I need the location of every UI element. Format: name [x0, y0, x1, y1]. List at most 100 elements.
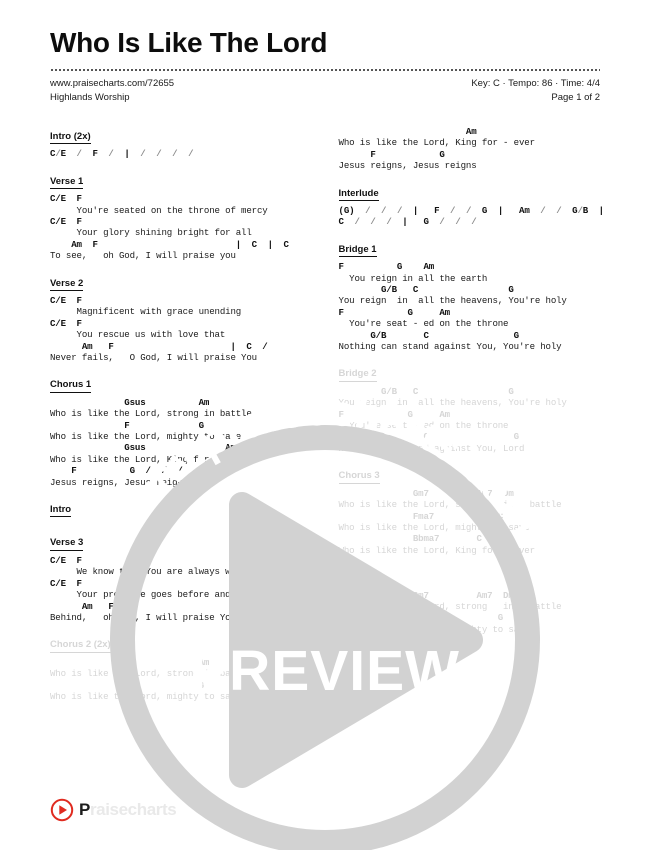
lyric-line: Who is like the Lord, King for - ever [338, 544, 536, 556]
chord-line: F G Am [338, 408, 451, 420]
chord-line: F G Am [338, 306, 451, 318]
section-label: Verse 3 [50, 537, 84, 551]
chord-line: G/B C G [338, 431, 519, 443]
chart-body: Intro (2x) C/E / F / | / / / / Verse 1 C/E … [50, 126, 604, 790]
lyric-line: Behind, oh God, I will praise You [50, 611, 236, 623]
right-column: Am Who is like the Lord, King for - ever … [338, 126, 605, 790]
chord-line: C/E F [50, 317, 82, 329]
chord-line: C/E F [50, 554, 82, 566]
chord-line: F G [338, 612, 504, 624]
chart-section: Chorus 4 Gm7 Am7 Dm Who is like the Lord,… [338, 567, 604, 635]
chord-line: Am [338, 126, 477, 137]
lyric-line: Jesus reigns, Jesus reigns [50, 476, 188, 488]
chart-section: Verse 2 C/E F Magnificent with grace unen… [50, 273, 313, 364]
chart-section: Verse 1 C/E F You're seated on the throne… [50, 171, 313, 262]
chord-line: C/E F [50, 193, 82, 205]
chart-meta-left: www.praisecharts.com/72655 Highlands Wor… [50, 77, 174, 105]
measure-line: C/E / F / | / / / / [50, 148, 194, 160]
chart-section: Chorus 3 Gm7 Am7 Dm Who is like the Lord,… [338, 465, 604, 556]
chart-section: Chorus 1 Gsus Am Who is like the Lord, st… [50, 374, 313, 488]
chord-line: F G [50, 419, 204, 431]
chord-line: F G [338, 148, 445, 160]
lyric-line: Nothing can stand against You, You're ho… [338, 341, 562, 353]
lyric-line: Who is like the Lord, mighty to save [338, 623, 530, 635]
lyric-line: Who is like the Lord, strong in battle [338, 499, 562, 511]
lyric-line: Jesus reigns, Jesus reigns [338, 160, 477, 172]
lyric-line: We know that You are always with us [50, 566, 263, 578]
chart-section: Verse 3 C/E F We know that You are always… [50, 532, 313, 623]
footer-logo-prefix: P [79, 800, 90, 819]
chart-section: Am Who is like the Lord, King for - ever … [339, 126, 604, 172]
lyric-line: You reign in all the earth [338, 272, 488, 284]
page-number: Page 1 of 2 [551, 91, 600, 103]
measure-line: (G) / / / | F / / G | Am / / G/B | [338, 205, 605, 217]
chart-section: Chorus 2 (2x) G Am Who is like the Lord, … [50, 634, 313, 702]
lyric-line: You reign in all the heavens, You're hol… [338, 397, 567, 409]
page-title: Who Is Like The Lord [50, 27, 328, 58]
lyric-line: Who is like the Lord, strong in battle [338, 600, 562, 612]
lyric-line: You reign in all the heavens, You're hol… [338, 295, 567, 307]
section-label: Chorus 2 (2x) [50, 639, 111, 653]
section-label: Intro (2x) [50, 131, 91, 145]
lyric-line: You're seat - ed on the throne [338, 318, 509, 330]
chord-line: F G Am [338, 261, 435, 273]
chord-line: Bbma7 C Dm [338, 533, 514, 545]
chart-section: Bridge 2 G/B C G You reign in all the hea… [338, 363, 604, 454]
measure-line: C / / / | G / / / [338, 216, 477, 228]
chord-chart-page: Who Is Like The Lord www.praisecharts.co… [0, 0, 650, 850]
chord-line: C/E F [50, 577, 82, 589]
chord-line: Am F | C / [50, 340, 268, 352]
lyric-line: To see, oh God, I will praise you [50, 250, 236, 262]
chord-line: Am F [50, 600, 114, 612]
source-url[interactable]: www.praisecharts.com/72655 [50, 77, 174, 91]
lyric-line: Who is like the Lord, mighty to save [338, 521, 530, 533]
lyric-line: Magnificent with grace unending [50, 306, 242, 318]
lyric-line: Never fails, O God, I will praise You [50, 352, 257, 364]
chart-meta: www.praisecharts.com/72655 Highlands Wor… [50, 77, 600, 105]
section-label: Chorus 3 [338, 470, 380, 484]
chart-section: Bridge 1 F G Am You reign in all the eart… [338, 239, 604, 353]
header-divider [50, 68, 600, 71]
lyric-line: Your glory shining bright for all [50, 227, 252, 239]
lyric-line: Who is like the Lord, strong in battle [50, 668, 252, 680]
chord-line: C/E F [50, 295, 82, 307]
chord-line: Fma7 C [338, 510, 504, 522]
play-button-icon[interactable] [50, 798, 74, 822]
lyric-line: Who is like the Lord, King for - ever [338, 137, 536, 149]
chord-line: G Am [50, 656, 210, 668]
lyric-line: You're seated on the throne of mercy [50, 204, 268, 216]
chord-line: G/B C G [338, 329, 519, 341]
chord-line: Gm7 Am7 Dm [338, 487, 514, 499]
artist-name: Highlands Worship [50, 91, 130, 103]
lyric-line: Nothing can stand against You, Lord [338, 442, 525, 454]
chord-line: G/B C G [338, 385, 514, 397]
section-label: Chorus 1 [50, 379, 92, 393]
section-label: Verse 1 [50, 176, 84, 190]
lyric-line: Who is like the Lord, King for - ever [50, 453, 247, 465]
lyric-line: Your presence goes before and [50, 589, 231, 601]
section-label: Bridge 2 [338, 368, 377, 382]
left-column: Intro (2x) C/E / F / | / / / / Verse 1 C/E … [50, 126, 313, 790]
chord-line: C/E F [50, 216, 82, 227]
chart-section: Interlude (G) / / / | F / / G | Am / / G/… [338, 183, 605, 228]
section-label: Intro [50, 504, 72, 518]
chord-line: Gm7 Am7 Dm [338, 589, 514, 601]
footer-logo-text: Praisecharts [79, 800, 177, 820]
section-label: Interlude [338, 188, 379, 202]
chord-line: Am F | C | C [50, 238, 289, 250]
chord-line: G/B C G [338, 284, 514, 296]
chart-section: Intro [50, 499, 313, 521]
chord-line: Gsus Am [50, 442, 236, 454]
section-label: Verse 2 [50, 278, 84, 292]
section-label: Bridge 1 [338, 244, 377, 258]
key-tempo-time: Key: C · Tempo: 86 · Time: 4/4 [471, 77, 600, 89]
lyric-line: You're seat - ed on the throne [338, 420, 509, 432]
chord-line: F G / / / [50, 465, 183, 477]
section-label: Chorus 4 [338, 572, 380, 586]
chord-line: Gsus Am [50, 396, 210, 408]
lyric-line: You rescue us with love that [50, 329, 226, 341]
chart-section: Intro (2x) C/E / F / | / / / / [50, 126, 313, 160]
praisecharts-footer-logo[interactable]: Praisecharts [50, 798, 177, 822]
chart-meta-right: Key: C · Tempo: 86 · Time: 4/4 Page 1 of… [471, 77, 600, 105]
footer-logo-rest: raisecharts [89, 800, 177, 819]
